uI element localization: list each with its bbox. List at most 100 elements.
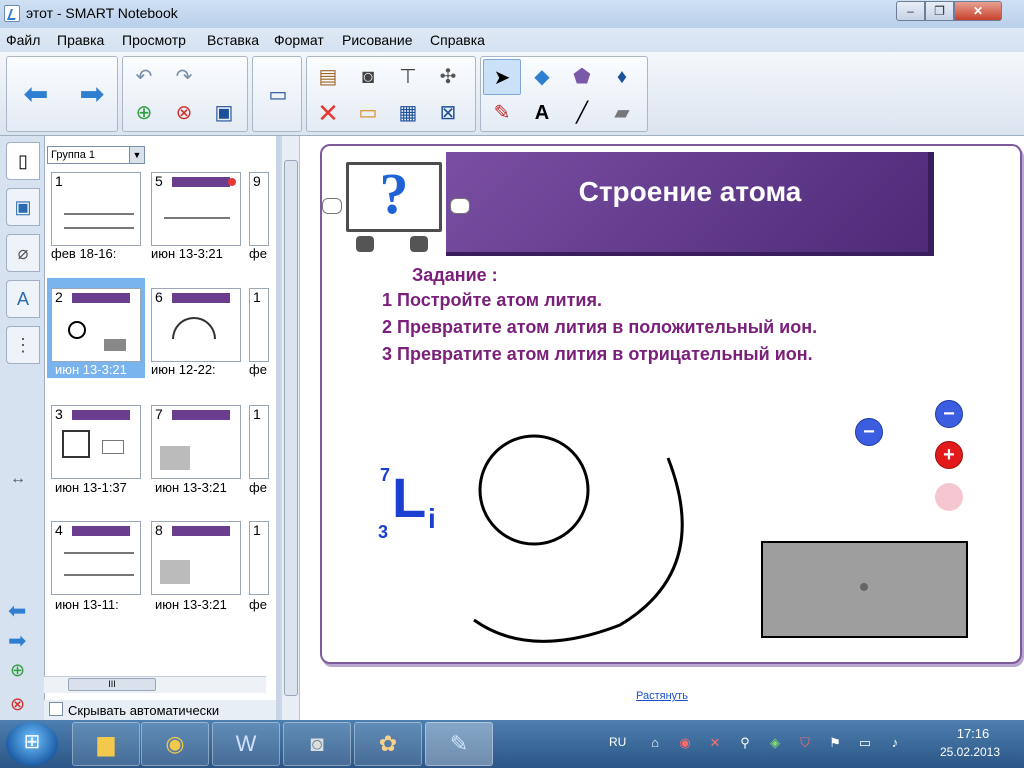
attachments-tab[interactable]: ⌀ xyxy=(6,234,40,272)
menu-edit[interactable]: Правка xyxy=(57,32,104,48)
page-thumbnail[interactable]: 3 xyxy=(51,405,141,479)
gallery-tab[interactable]: ▣ xyxy=(6,188,40,226)
select-arrow-icon[interactable]: ➤ xyxy=(483,59,521,95)
page-thumbnail[interactable]: 9 xyxy=(249,172,269,246)
scrollbar-thumb[interactable] xyxy=(284,160,298,696)
page-thumbnail[interactable]: 1 xyxy=(249,288,269,362)
word-icon[interactable]: W xyxy=(212,722,280,766)
undo-icon[interactable]: ↶ xyxy=(125,59,163,95)
element-symbol-l[interactable]: L xyxy=(392,470,426,526)
document-camera-app-icon[interactable]: ◙ xyxy=(283,722,351,766)
page-sorter-tab[interactable]: ▯ xyxy=(6,142,40,180)
inner-orbit[interactable] xyxy=(478,434,590,546)
page-number: 4 xyxy=(55,522,63,538)
measure-tools-icon[interactable]: ✣ xyxy=(429,59,467,95)
element-symbol-i[interactable]: i xyxy=(428,503,436,535)
chrome-icon[interactable]: ◉ xyxy=(141,722,209,766)
maximize-button[interactable]: ❐ xyxy=(925,1,954,21)
proton-particle[interactable]: + xyxy=(935,441,963,469)
display-icon[interactable]: ▭ xyxy=(856,735,874,753)
back-arrow-icon[interactable]: ⬅ xyxy=(17,77,55,113)
sidebar-splitter[interactable] xyxy=(276,136,280,720)
nvidia-icon[interactable]: ◈ xyxy=(766,735,784,753)
task-line-1[interactable]: 1 Постройте атом лития. xyxy=(382,290,602,311)
line-icon[interactable]: ╱ xyxy=(563,95,601,131)
page-thumbnail-selected[interactable]: 2 xyxy=(51,288,141,362)
auto-hide-checkbox[interactable] xyxy=(49,702,63,716)
security-shield-icon[interactable]: ⛉ xyxy=(796,735,814,753)
text-icon[interactable]: A xyxy=(523,95,561,131)
sidebar-back-icon[interactable]: ⬅ xyxy=(8,598,26,624)
left-hand-icon xyxy=(322,198,342,214)
page-thumbnail[interactable]: 4 xyxy=(51,521,141,595)
task-line-3[interactable]: 3 Превратите атом лития в отрицательный … xyxy=(382,344,813,365)
sidebar-delete-page-icon[interactable]: ⊗ xyxy=(10,694,25,715)
usb-icon[interactable]: ⚲ xyxy=(736,735,754,753)
network-icon[interactable]: ⌂ xyxy=(646,735,664,753)
page-number: 3 xyxy=(55,406,63,422)
electron-particle[interactable]: − xyxy=(855,418,883,446)
page-thumbnail[interactable]: 1 xyxy=(51,172,141,246)
screen-display-icon[interactable]: ▭ xyxy=(259,77,297,113)
fill-icon[interactable]: ♦ xyxy=(603,59,641,95)
pens-icon[interactable]: ✎ xyxy=(483,95,521,131)
forward-arrow-icon[interactable]: ➡ xyxy=(73,77,111,113)
resize-handle-icon[interactable]: ↔ xyxy=(10,470,26,488)
chevron-down-icon[interactable]: ▼ xyxy=(129,147,144,163)
language-indicator[interactable]: RU xyxy=(609,735,626,749)
paste-icon[interactable]: ▤ xyxy=(309,59,347,95)
camera-icon[interactable]: ◙ xyxy=(349,59,387,95)
toolbar: ⬅ ➡ ↶ ↷ ⊕ ⊗ ▣ ▭ ▤ ◙ ⊤ ✣ ✕ ▭ ▦ ⊠ ➤ ◆ ⬟ ♦ … xyxy=(0,52,1024,136)
page-thumbnail[interactable]: 8 xyxy=(151,521,241,595)
clock-time[interactable]: 17:16 xyxy=(940,726,1006,741)
page-thumbnail[interactable]: 7 xyxy=(151,405,241,479)
magic-pen-icon[interactable]: ⬟ xyxy=(563,59,601,95)
scrollbar-thumb[interactable]: III xyxy=(68,678,156,691)
flag-icon[interactable]: ⚑ xyxy=(826,735,844,753)
menu-view[interactable]: Просмотр xyxy=(122,32,186,48)
smart-notebook-icon[interactable]: ✎ xyxy=(425,722,493,766)
close-button[interactable]: ✕ xyxy=(954,1,1002,21)
neutron-particle[interactable] xyxy=(935,483,963,511)
slide-title[interactable]: Строение атома xyxy=(446,176,934,208)
shapes-icon[interactable]: ◆ xyxy=(523,59,561,95)
menu-draw[interactable]: Рисование xyxy=(342,32,413,48)
menu-insert[interactable]: Вставка xyxy=(207,32,259,48)
addons-tab[interactable]: ⋮ xyxy=(6,326,40,364)
page-thumbnail[interactable]: 6 xyxy=(151,288,241,362)
page-thumbnail[interactable]: 1 xyxy=(249,405,269,479)
page-thumbnail[interactable]: 5 xyxy=(151,172,241,246)
table-icon[interactable]: ▦ xyxy=(389,95,427,131)
full-screen-icon[interactable]: ⊠ xyxy=(429,95,467,131)
paint-icon[interactable]: ✿ xyxy=(354,722,422,766)
delete-icon[interactable]: ✕ xyxy=(309,95,347,131)
volume-icon[interactable]: ♪ xyxy=(886,735,904,753)
antivirus-icon[interactable]: ◉ xyxy=(676,735,694,753)
electron-particle[interactable]: − xyxy=(935,400,963,428)
menu-format[interactable]: Формат xyxy=(274,32,324,48)
add-page-icon[interactable]: ⊕ xyxy=(125,95,163,131)
save-icon[interactable]: ▣ xyxy=(205,95,243,131)
clock-date[interactable]: 25.02.2013 xyxy=(930,745,1010,759)
menu-help[interactable]: Справка xyxy=(430,32,485,48)
redo-icon[interactable]: ↷ xyxy=(165,59,203,95)
outer-orbit-arc[interactable] xyxy=(473,457,684,643)
properties-tab[interactable]: A xyxy=(6,280,40,318)
task-line-2[interactable]: 2 Превратите атом лития в положительный … xyxy=(382,317,817,338)
menu-file[interactable]: Файл xyxy=(6,32,40,48)
sidebar-forward-icon[interactable]: ➡ xyxy=(8,628,26,654)
mass-number[interactable]: 7 xyxy=(380,465,390,486)
explorer-icon[interactable]: ▆ xyxy=(72,722,140,766)
delete-page-icon[interactable]: ⊗ xyxy=(165,95,203,131)
eraser-icon[interactable]: ▰ xyxy=(603,95,641,131)
page-thumbnail[interactable]: 1 xyxy=(249,521,269,595)
minimize-button[interactable]: ‒ xyxy=(896,1,925,21)
task-heading[interactable]: Задание : xyxy=(412,265,498,286)
sidebar-add-page-icon[interactable]: ⊕ xyxy=(10,660,25,681)
atomic-number[interactable]: 3 xyxy=(378,522,388,543)
document-camera-icon[interactable]: ⊤ xyxy=(389,59,427,95)
sidebar-tabs: ▯ ▣ ⌀ A ⋮ ↔ ⬅ ➡ ⊕ ⊗ xyxy=(0,136,44,720)
screen-shade-icon[interactable]: ▭ xyxy=(349,95,387,131)
stretch-link[interactable]: Растянуть xyxy=(636,690,688,702)
warning-icon[interactable]: ✕ xyxy=(706,735,724,753)
